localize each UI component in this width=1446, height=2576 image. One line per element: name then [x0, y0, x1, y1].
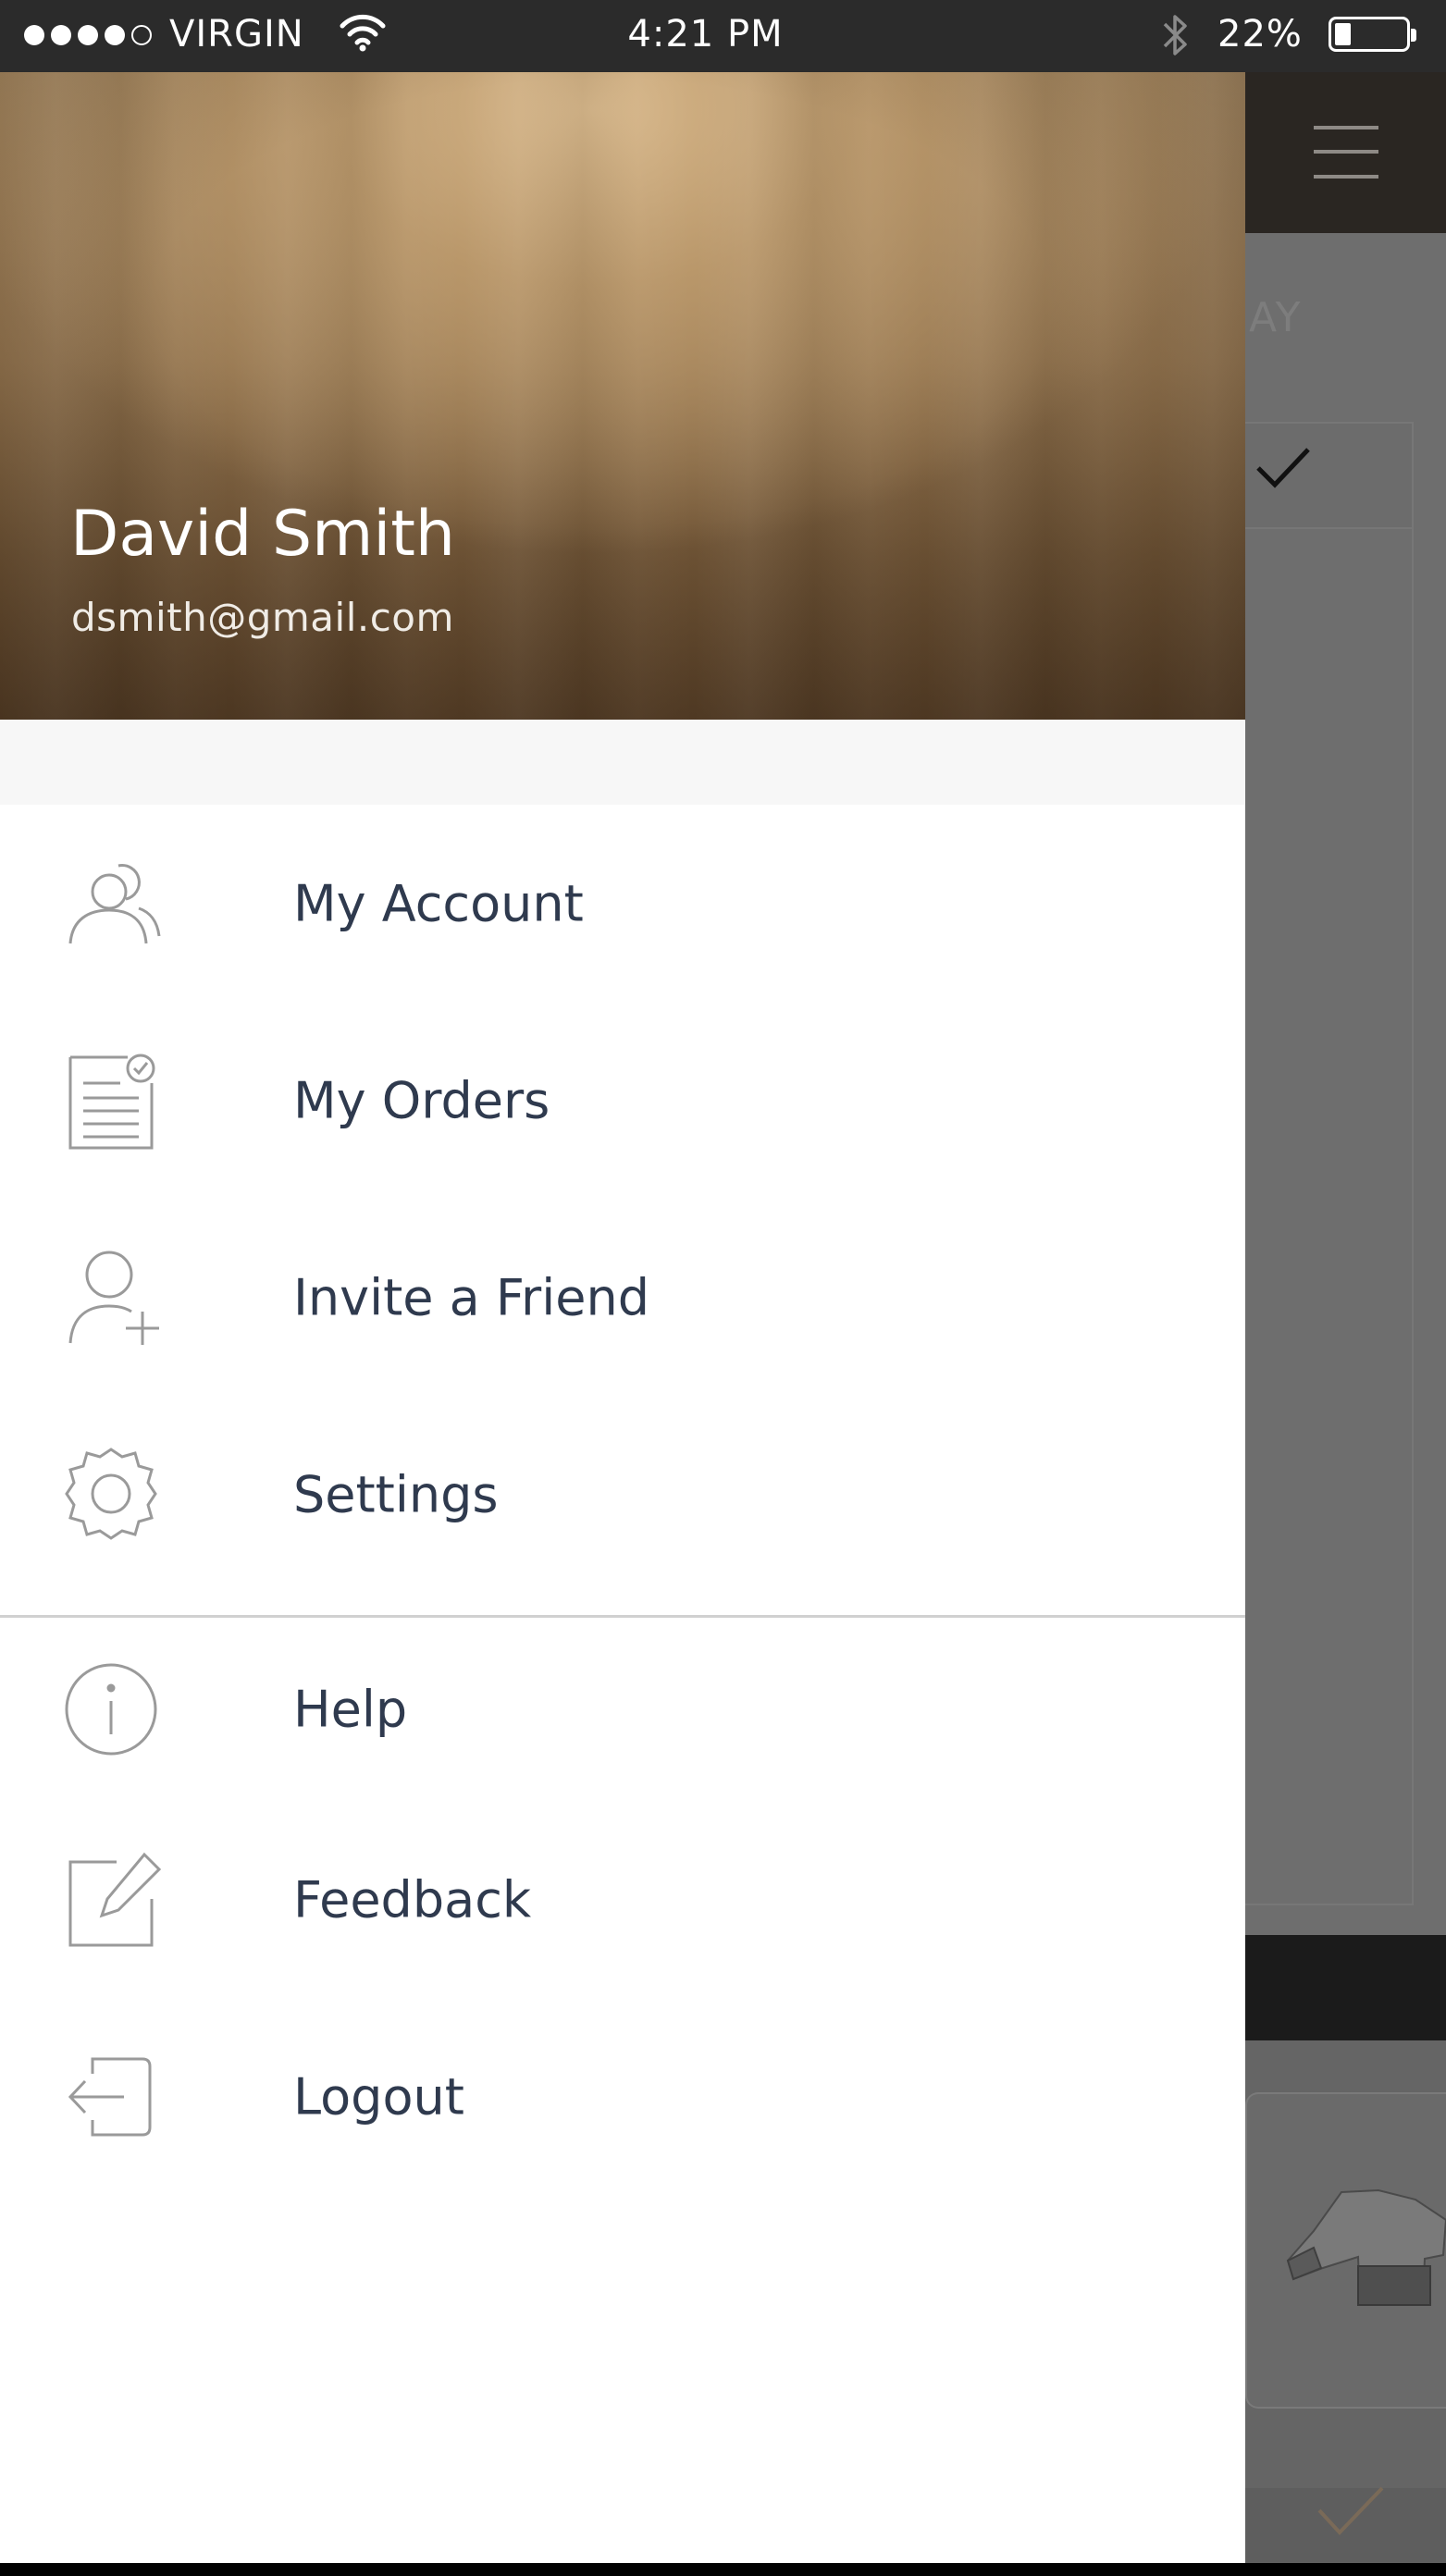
- orders-document-icon: [65, 1050, 167, 1152]
- background-dark-bar: [1245, 1935, 1446, 2040]
- battery-fill: [1335, 23, 1351, 45]
- background-label: AY: [1249, 294, 1303, 341]
- gear-icon: [65, 1444, 167, 1546]
- battery-icon: [1329, 17, 1416, 52]
- hamburger-menu-icon[interactable]: [1314, 126, 1378, 179]
- menu-item-label: Help: [293, 1680, 408, 1739]
- header-spacer: [0, 720, 1245, 805]
- add-user-icon: [65, 1247, 167, 1349]
- user-group-icon: [65, 853, 167, 955]
- edit-icon: [65, 1849, 167, 1951]
- logout-icon: [65, 2046, 167, 2148]
- menu-item-label: My Account: [293, 874, 584, 932]
- menu-item-label: My Orders: [293, 1071, 550, 1129]
- info-icon: [65, 1658, 167, 1760]
- checkmark-icon: [1317, 2486, 1384, 2535]
- menu-item-label: Invite a Friend: [293, 1268, 649, 1326]
- clock: 4:21 PM: [627, 13, 784, 55]
- app-screen: VIRGIN 4:21 PM 22% AY David Smith dsmith…: [0, 0, 1446, 2563]
- menu-item-label: Settings: [293, 1465, 499, 1523]
- profile-header[interactable]: David Smith dsmith@gmail.com: [0, 72, 1245, 720]
- bluetooth-icon: [1163, 15, 1187, 55]
- status-bar: VIRGIN 4:21 PM 22%: [0, 0, 1446, 72]
- menu-item-label: Feedback: [293, 1870, 532, 1929]
- shirt-image: [1286, 2188, 1446, 2307]
- navigation-drawer: David Smith dsmith@gmail.com My Account: [0, 72, 1245, 2563]
- menu-item-logout[interactable]: Logout: [0, 1998, 1245, 2195]
- menu-item-help[interactable]: Help: [0, 1618, 1245, 1801]
- menu-item-invite-a-friend[interactable]: Invite a Friend: [0, 1199, 1245, 1396]
- menu-item-settings[interactable]: Settings: [0, 1396, 1245, 1593]
- background-card: [1245, 525, 1414, 1905]
- profile-name: David Smith: [70, 498, 456, 571]
- checkmark-icon: [1256, 448, 1310, 488]
- battery-nub: [1411, 29, 1416, 42]
- menu-item-label: Logout: [293, 2067, 464, 2126]
- menu-item-my-orders[interactable]: My Orders: [0, 1002, 1245, 1199]
- menu-item-feedback[interactable]: Feedback: [0, 1801, 1245, 1998]
- profile-email: dsmith@gmail.com: [71, 595, 454, 640]
- menu-item-my-account[interactable]: My Account: [0, 805, 1245, 1002]
- battery-percent: 22%: [1217, 13, 1303, 55]
